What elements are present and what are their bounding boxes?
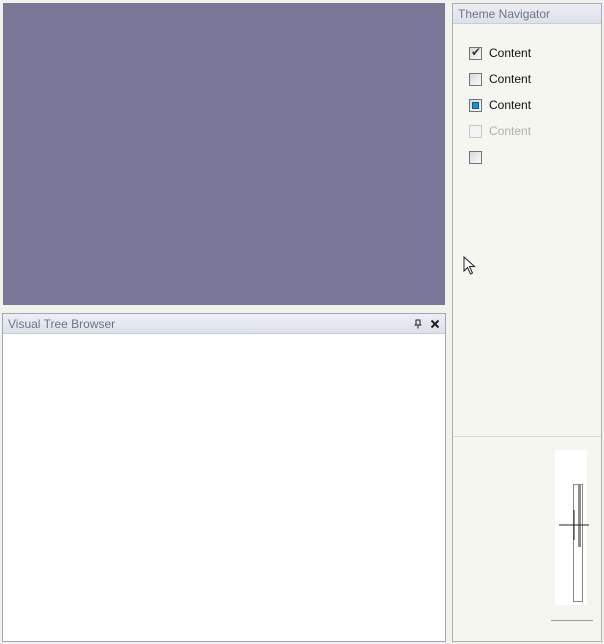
checkbox-list: ✔ Content Content Content Content	[469, 40, 531, 170]
visual-tree-browser-header: Visual Tree Browser	[3, 314, 445, 334]
checkbox-label: Content	[489, 46, 532, 60]
theme-navigator-panel: Theme Navigator ✔ Content Content Conten…	[452, 3, 602, 642]
checkbox-indeterminate[interactable]: Content	[469, 92, 531, 118]
theme-navigator-header: Theme Navigator	[453, 4, 601, 24]
checkbox-checked[interactable]: ✔ Content	[469, 40, 531, 66]
checkbox-box[interactable]	[469, 150, 482, 164]
panel-title: Visual Tree Browser	[8, 316, 116, 331]
divider-line	[551, 620, 593, 621]
check-icon: ✔	[471, 44, 482, 59]
vertical-slider[interactable]	[555, 450, 589, 605]
panel-title: Theme Navigator	[458, 6, 551, 21]
checkbox-label: Content	[489, 124, 532, 138]
mouse-pointer-icon	[463, 256, 476, 275]
checkbox-disabled: Content	[469, 118, 531, 144]
visual-tree-browser-panel: Visual Tree Browser	[2, 313, 446, 642]
pin-icon[interactable]	[411, 317, 425, 331]
checkbox-box[interactable]	[469, 72, 482, 86]
checkbox-box	[469, 124, 482, 138]
checkbox-label: Content	[489, 98, 532, 112]
checkbox-empty[interactable]	[469, 144, 531, 170]
close-icon[interactable]	[428, 317, 442, 331]
checkbox-unchecked[interactable]: Content	[469, 66, 531, 92]
crosshair-cursor-icon	[559, 510, 589, 540]
visual-tree-content	[3, 334, 445, 641]
slider-track[interactable]	[573, 484, 583, 602]
preview-canvas[interactable]	[3, 3, 445, 305]
checkbox-box[interactable]: ✔	[469, 44, 482, 60]
indeterminate-mark-icon	[472, 101, 479, 109]
app-window: Visual Tree Browser Theme Navigator ✔ Co…	[0, 0, 604, 644]
checkbox-box[interactable]	[469, 98, 482, 112]
checkbox-label: Content	[489, 72, 532, 86]
panel-divider	[453, 436, 601, 437]
